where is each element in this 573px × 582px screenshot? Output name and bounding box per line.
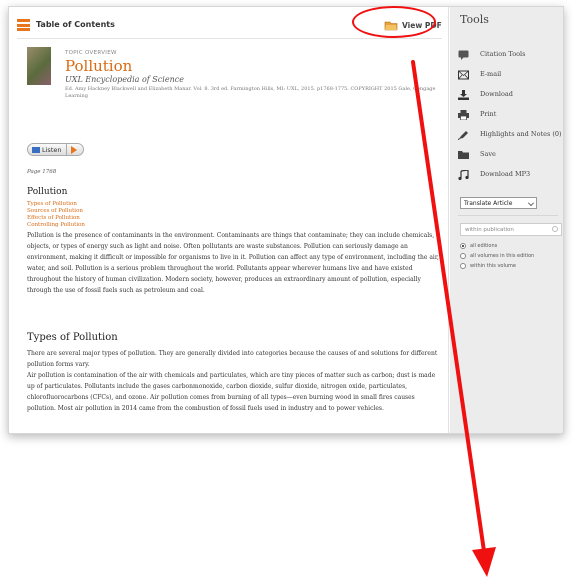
speaker-icon <box>32 147 40 153</box>
print-label: Print <box>480 110 497 118</box>
citation-tools-label: Citation Tools <box>480 50 526 58</box>
download-mp3-label: Download MP3 <box>480 170 531 178</box>
section-link-sources[interactable]: Sources of Pollution <box>27 208 85 215</box>
topic-overview-label: TOPIC OVERVIEW <box>65 50 117 56</box>
source-title[interactable]: UXL Encyclopedia of Science <box>65 75 184 84</box>
email-button[interactable]: E-mail <box>458 69 563 81</box>
listen-label: Listen <box>42 146 62 154</box>
email-label: E-mail <box>480 70 502 78</box>
types-paragraph: There are several major types of polluti… <box>27 350 438 368</box>
radio-unselected-icon <box>460 263 466 269</box>
citation-icon <box>458 50 469 60</box>
radio-label: all volumes in this edition <box>470 253 535 259</box>
save-button[interactable]: Save <box>458 149 563 161</box>
table-of-contents-link[interactable]: Table of Contents <box>36 20 115 29</box>
translate-article-select[interactable]: Translate Article <box>460 197 537 209</box>
translate-article-label: Translate Article <box>464 200 513 207</box>
download-label: Download <box>480 90 513 98</box>
types-heading: Types of Pollution <box>27 332 118 343</box>
listen-divider <box>66 144 67 155</box>
article-title: Pollution <box>65 57 133 75</box>
tools-title: Tools <box>460 13 489 26</box>
print-button[interactable]: Print <box>458 109 563 121</box>
sidebar-divider <box>458 215 558 216</box>
search-placeholder: within publication <box>465 227 514 233</box>
section-link-controlling[interactable]: Controlling Pollution <box>27 222 85 229</box>
highlight-icon <box>458 131 468 140</box>
search-icon[interactable] <box>552 226 558 232</box>
tools-sidebar: Tools Citation Tools E-mail Download Pri… <box>450 7 563 433</box>
book-cover-thumbnail <box>27 47 51 85</box>
radio-label: within this volume <box>470 263 516 269</box>
download-icon <box>458 90 469 100</box>
citation-text: Ed. Amy Hackney Blackwell and Elizabeth … <box>65 86 436 99</box>
section-heading: Pollution <box>27 187 68 197</box>
radio-all-editions[interactable]: all editions <box>460 242 563 250</box>
search-within-input[interactable]: within publication <box>460 223 562 236</box>
print-icon <box>458 110 469 120</box>
highlights-notes-label: Highlights and Notes (0) <box>480 130 562 138</box>
radio-unselected-icon <box>460 253 466 259</box>
radio-all-volumes[interactable]: all volumes in this edition <box>460 252 563 260</box>
email-icon <box>458 70 469 80</box>
listen-button[interactable]: Listen <box>27 143 84 156</box>
browser-frame: Table of Contents View PDF TOPIC OVERVIE… <box>8 6 564 434</box>
download-button[interactable]: Download <box>458 89 563 101</box>
page-number: Page 1768 <box>27 169 57 175</box>
highlights-notes-button[interactable]: Highlights and Notes (0) <box>458 129 563 141</box>
intro-paragraph: Pollution is the presence of contaminant… <box>27 232 439 294</box>
table-of-contents-icon[interactable] <box>17 19 30 31</box>
save-label: Save <box>480 150 496 158</box>
citation-tools-button[interactable]: Citation Tools <box>458 49 563 61</box>
chevron-down-icon <box>528 200 534 206</box>
music-note-icon <box>458 170 469 180</box>
section-links: Types of Pollution Sources of Pollution … <box>27 201 85 229</box>
article-panel: Table of Contents View PDF TOPIC OVERVIE… <box>9 7 449 433</box>
air-pollution-paragraph: Air pollution is contamination of the ai… <box>27 372 436 412</box>
play-icon[interactable] <box>71 146 77 154</box>
radio-label: all editions <box>470 243 498 249</box>
radio-selected-icon <box>460 243 466 249</box>
radio-this-volume[interactable]: within this volume <box>460 262 563 270</box>
annotation-circle <box>352 6 436 38</box>
section-link-types[interactable]: Types of Pollution <box>27 201 85 208</box>
download-mp3-button[interactable]: Download MP3 <box>458 169 563 181</box>
section-link-effects[interactable]: Effects of Pollution <box>27 215 85 222</box>
folder-icon <box>458 151 469 159</box>
